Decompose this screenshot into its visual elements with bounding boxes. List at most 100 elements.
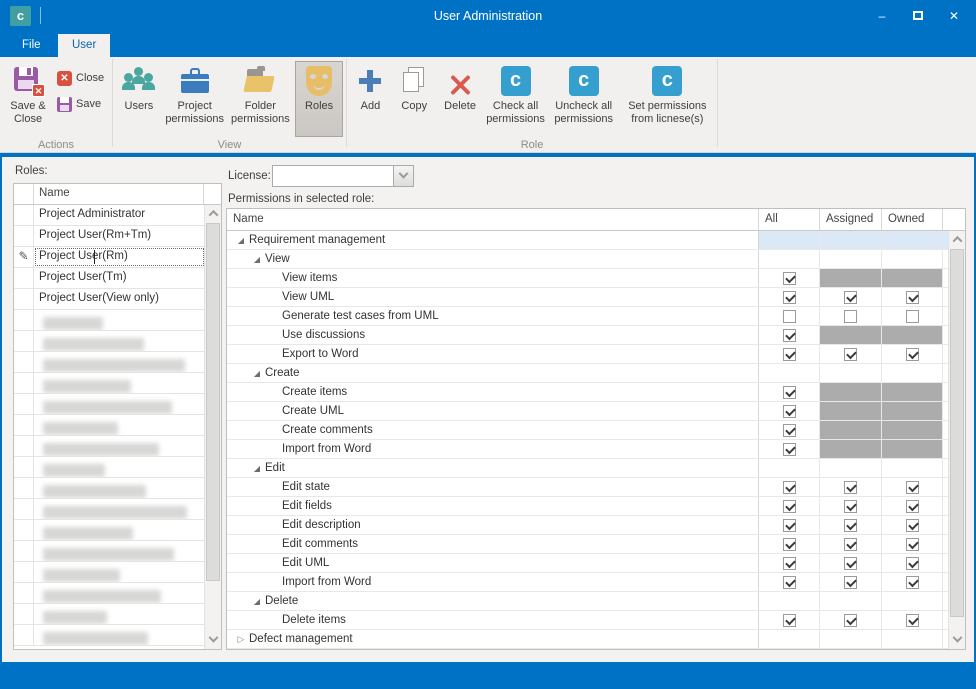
roles-list-item-redacted[interactable] — [14, 373, 205, 394]
permission-name-cell[interactable]: Edit UML — [227, 554, 759, 572]
permission-cell-all[interactable] — [759, 345, 820, 363]
expand-icon[interactable]: ▷ — [233, 634, 249, 645]
permission-row[interactable]: Use discussions — [227, 326, 948, 345]
collapse-icon[interactable]: ◢ — [249, 369, 265, 378]
permission-row[interactable]: View items — [227, 269, 948, 288]
permission-cell-assigned[interactable] — [820, 497, 882, 515]
collapse-icon[interactable]: ◢ — [249, 464, 265, 473]
permission-row[interactable]: ◢Requirement management — [227, 231, 948, 250]
permission-cell-all[interactable] — [759, 554, 820, 572]
project-permissions-button[interactable]: Project permissions — [164, 61, 226, 137]
roles-list-item-redacted[interactable] — [14, 604, 205, 625]
permission-row[interactable]: Edit fields — [227, 497, 948, 516]
roles-list-item[interactable]: Project User(Tm) — [14, 268, 205, 289]
checkbox-checked[interactable] — [906, 348, 919, 361]
scroll-down-icon[interactable] — [949, 632, 965, 649]
roles-list-item-redacted[interactable] — [14, 499, 205, 520]
permission-row[interactable]: Create UML — [227, 402, 948, 421]
permission-name-cell[interactable]: Edit fields — [227, 497, 759, 515]
permission-cell-assigned[interactable] — [820, 345, 882, 363]
checkbox-checked[interactable] — [906, 519, 919, 532]
permission-cell-owned[interactable] — [882, 611, 943, 629]
permission-cell-assigned[interactable] — [820, 611, 882, 629]
roles-list-item-redacted[interactable] — [14, 352, 205, 373]
permission-cell-all[interactable] — [759, 497, 820, 515]
permission-cell-all[interactable] — [759, 402, 820, 420]
roles-list-item-redacted[interactable] — [14, 310, 205, 331]
checkbox-checked[interactable] — [906, 614, 919, 627]
checkbox-unchecked[interactable] — [906, 310, 919, 323]
roles-list-item-redacted[interactable] — [14, 625, 205, 646]
permission-cell-assigned[interactable] — [820, 516, 882, 534]
collapse-icon[interactable]: ◢ — [249, 255, 265, 264]
permission-cell-all[interactable] — [759, 535, 820, 553]
permission-cell-all[interactable] — [759, 440, 820, 458]
collapse-icon[interactable]: ◢ — [249, 597, 265, 606]
roles-scrollbar[interactable] — [204, 205, 221, 649]
permission-name-cell[interactable]: Create UML — [227, 402, 759, 420]
permission-cell-owned[interactable] — [882, 497, 943, 515]
permission-name-cell[interactable]: Create comments — [227, 421, 759, 439]
checkbox-checked[interactable] — [783, 557, 796, 570]
roles-list-item-redacted[interactable] — [14, 562, 205, 583]
permission-cell-owned[interactable] — [882, 573, 943, 591]
roles-list-item-redacted[interactable] — [14, 457, 205, 478]
permission-name-cell[interactable]: ◢Create — [227, 364, 759, 382]
checkbox-checked[interactable] — [783, 424, 796, 437]
permission-name-cell[interactable]: View items — [227, 269, 759, 287]
roles-list-item-redacted[interactable] — [14, 331, 205, 352]
checkbox-checked[interactable] — [783, 500, 796, 513]
permission-cell-assigned[interactable] — [820, 573, 882, 591]
permission-row[interactable]: Create items — [227, 383, 948, 402]
close-window-button[interactable]: ✕ — [940, 5, 968, 27]
permission-name-cell[interactable]: Edit state — [227, 478, 759, 496]
roles-list-item-redacted[interactable] — [14, 415, 205, 436]
column-header-assigned[interactable]: Assigned — [820, 209, 882, 230]
check-all-permissions-button[interactable]: c Check all permissions — [484, 61, 546, 137]
permission-name-cell[interactable]: ◢View — [227, 250, 759, 268]
collapse-icon[interactable]: ◢ — [233, 236, 249, 245]
add-button[interactable]: Add — [350, 61, 391, 137]
checkbox-checked[interactable] — [783, 443, 796, 456]
permission-cell-all[interactable] — [759, 478, 820, 496]
permission-name-cell[interactable]: Create items — [227, 383, 759, 401]
roles-list-item[interactable]: ✎Project User(Rm) — [14, 247, 205, 268]
permission-cell-assigned[interactable] — [820, 288, 882, 306]
checkbox-checked[interactable] — [783, 576, 796, 589]
column-header-all[interactable]: All — [759, 209, 820, 230]
checkbox-checked[interactable] — [844, 538, 857, 551]
roles-list-item-redacted[interactable] — [14, 541, 205, 562]
permission-row[interactable]: Edit description — [227, 516, 948, 535]
tab-file[interactable]: File — [8, 34, 55, 57]
permission-cell-all[interactable] — [759, 421, 820, 439]
permission-row[interactable]: Delete items — [227, 611, 948, 630]
checkbox-checked[interactable] — [906, 576, 919, 589]
roles-list-item[interactable]: Project User(Rm+Tm) — [14, 226, 205, 247]
checkbox-checked[interactable] — [906, 538, 919, 551]
checkbox-checked[interactable] — [783, 272, 796, 285]
roles-list-item[interactable]: Project User(View only) — [14, 289, 205, 310]
permission-cell-owned[interactable] — [882, 478, 943, 496]
permission-row[interactable]: Edit comments — [227, 535, 948, 554]
checkbox-checked[interactable] — [844, 557, 857, 570]
checkbox-checked[interactable] — [783, 614, 796, 627]
checkbox-checked[interactable] — [783, 405, 796, 418]
checkbox-checked[interactable] — [783, 348, 796, 361]
checkbox-checked[interactable] — [906, 291, 919, 304]
checkbox-checked[interactable] — [844, 614, 857, 627]
save-button[interactable]: Save — [54, 94, 107, 114]
permission-row[interactable]: ◢View — [227, 250, 948, 269]
permission-row[interactable]: Edit state — [227, 478, 948, 497]
close-button[interactable]: ✕ Close — [54, 68, 107, 88]
copy-button[interactable]: Copy — [393, 61, 436, 137]
role-name[interactable]: Project Administrator — [34, 205, 205, 225]
permission-cell-owned[interactable] — [882, 288, 943, 306]
checkbox-checked[interactable] — [783, 519, 796, 532]
permission-cell-all[interactable] — [759, 383, 820, 401]
maximize-button[interactable] — [904, 5, 932, 27]
permission-name-cell[interactable]: ▷Defect management — [227, 630, 759, 648]
permission-name-cell[interactable]: Import from Word — [227, 440, 759, 458]
permission-cell-owned[interactable] — [882, 554, 943, 572]
permission-cell-all[interactable] — [759, 516, 820, 534]
permission-row[interactable]: Import from Word — [227, 440, 948, 459]
